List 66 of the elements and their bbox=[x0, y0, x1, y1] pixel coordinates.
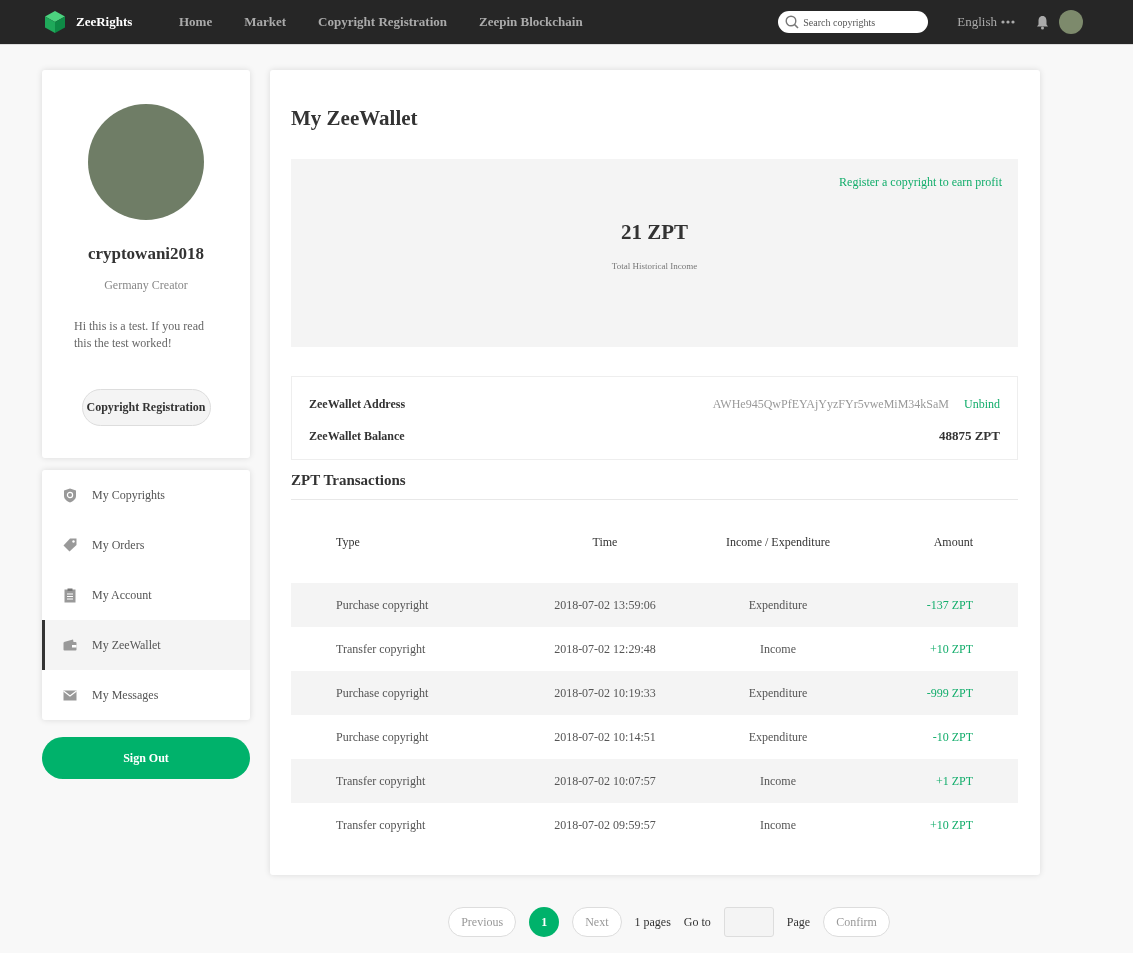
table-cell: +10 ZPT bbox=[865, 803, 1018, 847]
table-cell: -999 ZPT bbox=[865, 671, 1018, 715]
sidebar-item[interactable]: My ZeeWallet bbox=[42, 620, 250, 670]
wallet-icon bbox=[62, 639, 78, 651]
nav-link[interactable]: Copyright Registration bbox=[318, 14, 447, 30]
nav-link[interactable]: Zeepin Blockchain bbox=[479, 14, 583, 30]
cube-logo-icon bbox=[44, 10, 66, 34]
go-to-label: Go to bbox=[683, 914, 711, 930]
table-cell: Income bbox=[690, 627, 866, 671]
table-cell: Expenditure bbox=[690, 583, 866, 627]
page-title: My ZeeWallet bbox=[291, 106, 419, 131]
language-selector[interactable]: English bbox=[957, 14, 997, 30]
table-cell: Transfer copyright bbox=[291, 627, 520, 671]
table-cell: +1 ZPT bbox=[865, 759, 1018, 803]
sidebar-item[interactable]: My Orders bbox=[42, 520, 250, 570]
wallet-balance: 48875 ZPT bbox=[938, 428, 1000, 444]
total-income: 21 ZPT bbox=[620, 220, 689, 245]
user-avatar[interactable] bbox=[1059, 10, 1083, 34]
table-cell: Transfer copyright bbox=[291, 759, 520, 803]
table-cell: Transfer copyright bbox=[291, 803, 520, 847]
wallet-address: AWHe945QwPfEYAjYyzFYr5vweMiM34kSaM bbox=[712, 397, 949, 412]
sidebar-item[interactable]: My Copyrights bbox=[42, 470, 250, 520]
address-label: ZeeWallet Address bbox=[309, 397, 407, 412]
user-bio: Hi this is a test. If you read this the test worked! bbox=[74, 318, 205, 352]
mail-icon bbox=[62, 689, 78, 701]
page-count: 1 pages bbox=[634, 914, 671, 930]
table-cell: Purchase copyright bbox=[291, 671, 520, 715]
column-header: Time bbox=[519, 520, 691, 583]
tag-icon bbox=[62, 538, 78, 552]
more-icon[interactable] bbox=[1001, 20, 1015, 24]
search-field[interactable]: Search copyrights bbox=[778, 11, 929, 33]
search-icon bbox=[785, 15, 800, 29]
table-cell: 2018-07-02 13:59:06 bbox=[519, 583, 691, 627]
copyright-registration-button[interactable]: Copyright Registration bbox=[81, 389, 211, 426]
bell-icon[interactable] bbox=[1036, 14, 1049, 30]
username: cryptowani2018 bbox=[87, 244, 205, 264]
table-cell: Purchase copyright bbox=[291, 583, 520, 627]
page-label: Page bbox=[786, 914, 811, 930]
nav-link[interactable]: Home bbox=[179, 14, 213, 30]
table-cell: 2018-07-02 10:14:51 bbox=[519, 715, 691, 759]
clipboard-icon bbox=[62, 587, 78, 603]
column-header: Amount bbox=[865, 520, 1018, 583]
table-cell: Expenditure bbox=[690, 671, 866, 715]
table-cell: +10 ZPT bbox=[865, 627, 1018, 671]
table-cell: 2018-07-02 09:59:57 bbox=[519, 803, 691, 847]
total-income-label: Total Historical Income bbox=[611, 261, 698, 271]
sidebar-item[interactable]: My Messages bbox=[42, 670, 250, 720]
page-input-field[interactable] bbox=[723, 907, 774, 937]
column-header: Income / Expenditure bbox=[690, 520, 866, 583]
user-role: Germany Creator bbox=[104, 278, 188, 293]
table-cell: -10 ZPT bbox=[865, 715, 1018, 759]
balance-label: ZeeWallet Balance bbox=[309, 428, 406, 444]
table-cell: Purchase copyright bbox=[291, 715, 520, 759]
sidebar-item[interactable]: My Account bbox=[42, 570, 250, 620]
column-header: Type bbox=[291, 520, 520, 583]
table-cell: Income bbox=[690, 803, 866, 847]
table-cell: 2018-07-02 12:29:48 bbox=[519, 627, 691, 671]
nav-link[interactable]: Market bbox=[244, 14, 287, 30]
table-cell: 2018-07-02 10:19:33 bbox=[519, 671, 691, 715]
table-cell: 2018-07-02 10:07:57 bbox=[519, 759, 691, 803]
table-cell: -137 ZPT bbox=[865, 583, 1018, 627]
table-cell: Income bbox=[690, 759, 866, 803]
table-cell: Expenditure bbox=[690, 715, 866, 759]
brand-name[interactable]: ZeeRights bbox=[76, 14, 133, 30]
section-title: ZPT Transactions bbox=[291, 472, 1018, 500]
shield-icon bbox=[62, 487, 78, 503]
